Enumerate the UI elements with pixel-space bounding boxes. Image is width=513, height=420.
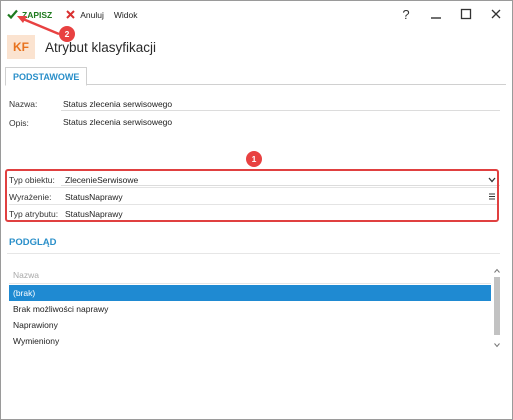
list-column-header[interactable]: Nazwa bbox=[9, 267, 491, 284]
chevron-down-icon[interactable] bbox=[487, 175, 497, 185]
expression-row: Wyrażenie: StatusNaprawy bbox=[9, 189, 497, 205]
callout-badge-1: 1 bbox=[246, 151, 262, 167]
object-type-row: Typ obiektu: ZlecenieSerwisowe bbox=[9, 172, 497, 188]
list-scrollbar[interactable] bbox=[493, 267, 501, 349]
object-type-label: Typ obiektu: bbox=[9, 174, 55, 185]
object-type-select[interactable]: ZlecenieSerwisowe bbox=[63, 175, 487, 185]
expression-field[interactable]: StatusNaprawy bbox=[63, 192, 487, 202]
name-label: Nazwa: bbox=[9, 99, 38, 109]
attribute-type-label: Typ atrybutu: bbox=[9, 209, 59, 219]
expression-label: Wyrażenie: bbox=[9, 191, 52, 202]
name-field[interactable]: Status zlecenia serwisowego bbox=[61, 97, 500, 111]
list-item[interactable]: Brak możliwości naprawy bbox=[9, 301, 491, 317]
menu-icon[interactable] bbox=[487, 192, 497, 202]
preview-divider bbox=[7, 253, 500, 254]
scroll-up-icon[interactable] bbox=[493, 267, 501, 275]
preview-list: Nazwa (brak) Brak możliwości naprawy Nap… bbox=[7, 267, 501, 351]
tab-basic[interactable]: PODSTAWOWE bbox=[5, 67, 88, 86]
list-item[interactable]: Wymieniony bbox=[9, 333, 491, 349]
scroll-down-icon[interactable] bbox=[493, 341, 501, 349]
tab-strip: PODSTAWOWE bbox=[5, 67, 506, 86]
scrollbar-thumb[interactable] bbox=[494, 277, 500, 335]
attribute-type-field[interactable]: StatusNaprawy bbox=[63, 209, 497, 219]
attribute-type-row: Typ atrybutu: StatusNaprawy bbox=[9, 206, 497, 222]
dialog-window: ZAPISZ Anuluj Widok ? 2 KF Atrybut klasy… bbox=[0, 0, 513, 420]
list-item[interactable]: (brak) bbox=[9, 285, 491, 301]
preview-section-title: PODGLĄD bbox=[9, 237, 57, 248]
highlighted-fields-group: Typ obiektu: ZlecenieSerwisowe Wyrażenie… bbox=[5, 169, 499, 222]
list-item[interactable]: Naprawiony bbox=[9, 317, 491, 333]
page-title: Atrybut klasyfikacji bbox=[45, 39, 157, 55]
title-row: KF Atrybut klasyfikacji bbox=[7, 35, 156, 59]
description-label: Opis: bbox=[9, 118, 29, 128]
entity-badge: KF bbox=[7, 35, 35, 59]
